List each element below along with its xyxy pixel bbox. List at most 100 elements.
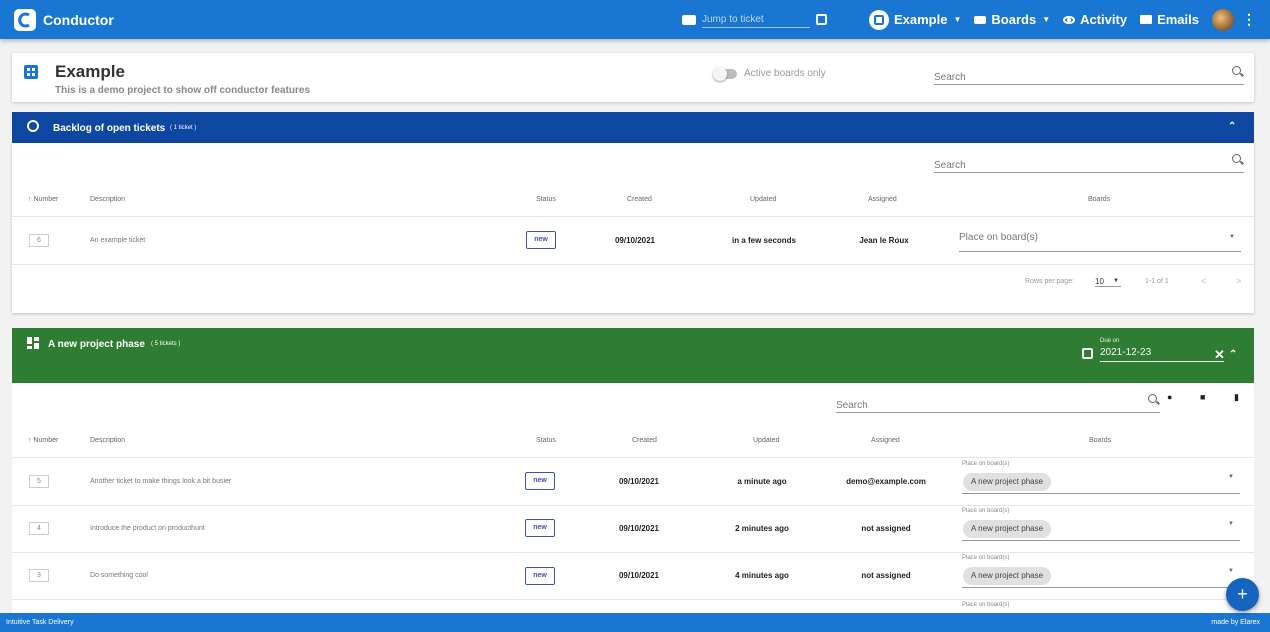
column-header-number[interactable]: ↑ Number [28, 437, 58, 444]
column-header-description[interactable]: Description [90, 437, 125, 444]
backlog-count: ( 1 ticket ) [170, 125, 197, 131]
eye-icon [1063, 15, 1076, 24]
project-title: Example [55, 62, 125, 81]
previous-page-icon[interactable]: < [1201, 276, 1206, 286]
phase-count: ( 5 tickets ) [151, 341, 181, 347]
boards-field-label: Place on board(s) [962, 461, 1010, 467]
column-header-created[interactable]: Created [627, 196, 652, 203]
app-brand[interactable]: Conductor [43, 12, 114, 28]
rows-per-page-label: Rows per page: [1025, 278, 1075, 285]
boards-menu-label: Boards [991, 12, 1037, 27]
ticket-description[interactable]: An example ticket [90, 237, 145, 244]
project-search-input[interactable] [934, 72, 1244, 83]
project-icon [868, 9, 889, 30]
search-icon [1232, 66, 1241, 75]
backlog-search-input[interactable] [934, 160, 1244, 171]
ticket-number[interactable]: 3 [29, 569, 49, 582]
more-vert-icon[interactable]: ⋮ [1242, 11, 1256, 28]
place-on-boards-select[interactable]: Place on board(s) A new project phase ▼ [962, 508, 1240, 541]
delete-icon[interactable]: ▮ [1234, 392, 1239, 403]
ticket-updated: in a few seconds [731, 236, 797, 245]
status-badge[interactable]: new [525, 567, 555, 585]
ticket-number[interactable]: 5 [29, 475, 49, 488]
rows-per-page-select[interactable]: 10 ▼ [1095, 277, 1121, 287]
toggle-track[interactable] [713, 66, 737, 81]
place-on-boards-select[interactable]: Place on board(s) [962, 602, 1240, 613]
add-ticket-button[interactable]: + [1226, 578, 1259, 611]
emails-button[interactable]: Emails [1140, 12, 1199, 27]
ticket-number[interactable]: 4 [29, 522, 49, 535]
place-on-boards-select[interactable]: Place on board(s) A new project phase ▼ [962, 461, 1240, 494]
backlog-table: ↑ Number Description Status Created Upda… [12, 143, 1254, 313]
column-header-status[interactable]: Status [536, 196, 556, 203]
jump-to-ticket-input[interactable] [701, 11, 810, 28]
column-header-description[interactable]: Description [90, 196, 125, 203]
column-header-created[interactable]: Created [632, 437, 657, 444]
ticket-created: 09/10/2021 [618, 477, 660, 486]
due-date-field[interactable]: Due on 2021-12-23 [1100, 338, 1224, 362]
due-date-label: Due on [1100, 338, 1120, 344]
ticket-updated: a minute ago [737, 477, 787, 486]
mail-icon [1140, 15, 1153, 24]
dashboard-icon [27, 337, 39, 349]
activity-button[interactable]: Activity [1063, 12, 1127, 27]
place-on-boards-select[interactable]: Place on board(s) ▼ [959, 229, 1241, 252]
open-in-new-icon[interactable] [815, 14, 827, 25]
phase-table: ● ■ ▮ ↑ Number Description Status Create… [12, 383, 1254, 613]
chevron-up-icon[interactable]: ⌃ [1228, 121, 1236, 132]
divider [12, 505, 1254, 506]
chevron-down-icon: ▼ [1042, 15, 1051, 24]
boards-field-label: Place on board(s) [962, 555, 1010, 561]
ticket-description[interactable]: Another ticket to make things look a bit… [90, 478, 231, 485]
status-badge[interactable]: new [526, 231, 556, 249]
project-menu-button[interactable]: Example ▼ [868, 9, 962, 30]
board-chip[interactable]: A new project phase [963, 473, 1052, 491]
chevron-up-icon[interactable]: ⌃ [1229, 349, 1237, 360]
emails-label: Emails [1157, 12, 1199, 27]
boards-field-label: Place on board(s) [962, 602, 1010, 608]
board-chip[interactable]: A new project phase [963, 520, 1052, 538]
boards-select-placeholder: Place on board(s) [959, 232, 1038, 243]
boards-menu-button[interactable]: Boards ▼ [974, 12, 1050, 27]
conductor-logo-icon[interactable] [14, 8, 36, 31]
chevron-down-icon: ▼ [953, 15, 962, 24]
column-header-updated[interactable]: Updated [753, 437, 779, 444]
calendar-icon[interactable] [1082, 348, 1093, 359]
dropdown-arrow-icon: ▼ [1229, 234, 1235, 240]
active-boards-toggle[interactable]: Active boards only [713, 66, 826, 81]
app-bar: Conductor Example ▼ Boards ▼ Activity Em… [0, 0, 1270, 39]
divider [12, 552, 1254, 553]
eye-icon[interactable]: ● [1167, 392, 1172, 402]
column-header-assigned[interactable]: Assigned [868, 196, 897, 203]
ticket-number[interactable]: 6 [29, 234, 49, 247]
column-header-assigned[interactable]: Assigned [871, 437, 900, 444]
toggle-knob[interactable] [713, 66, 727, 81]
phase-search-input[interactable] [836, 400, 1160, 411]
ticket-created: 09/10/2021 [618, 524, 660, 533]
place-on-boards-select[interactable]: Place on board(s) A new project phase ▼ [962, 555, 1240, 588]
ticket-assigned: demo@example.com [846, 477, 926, 486]
column-header-updated[interactable]: Updated [750, 196, 776, 203]
status-badge[interactable]: new [525, 472, 555, 490]
ticket-created: 09/10/2021 [614, 236, 656, 245]
pagination-range: 1-1 of 1 [1145, 278, 1169, 285]
dropdown-arrow-icon: ▼ [1228, 474, 1234, 480]
phase-banner[interactable]: A new project phase ( 5 tickets ) Due on… [12, 328, 1254, 383]
ticket-description[interactable]: Do something cool [90, 572, 148, 579]
column-header-status[interactable]: Status [536, 437, 556, 444]
ticket-description[interactable]: Introduce the product on producthunt [90, 525, 205, 532]
ticket-icon [681, 14, 696, 25]
footer-tagline: Intuitive Task Delivery [6, 619, 74, 626]
backlog-banner[interactable]: Backlog of open tickets ( 1 ticket ) ⌃ [12, 112, 1254, 143]
next-page-icon[interactable]: > [1236, 276, 1241, 286]
status-badge[interactable]: new [525, 519, 555, 537]
close-icon[interactable]: ✕ [1214, 347, 1225, 363]
footer-credit[interactable]: made by Elarex [1211, 619, 1260, 626]
clock-icon [27, 120, 39, 132]
board-chip[interactable]: A new project phase [963, 567, 1052, 585]
avatar[interactable] [1212, 8, 1234, 31]
ticket-updated: 2 minutes ago [735, 524, 789, 533]
project-search [934, 66, 1244, 85]
archive-icon[interactable]: ■ [1200, 392, 1205, 402]
column-header-number[interactable]: ↑ Number [28, 196, 58, 203]
